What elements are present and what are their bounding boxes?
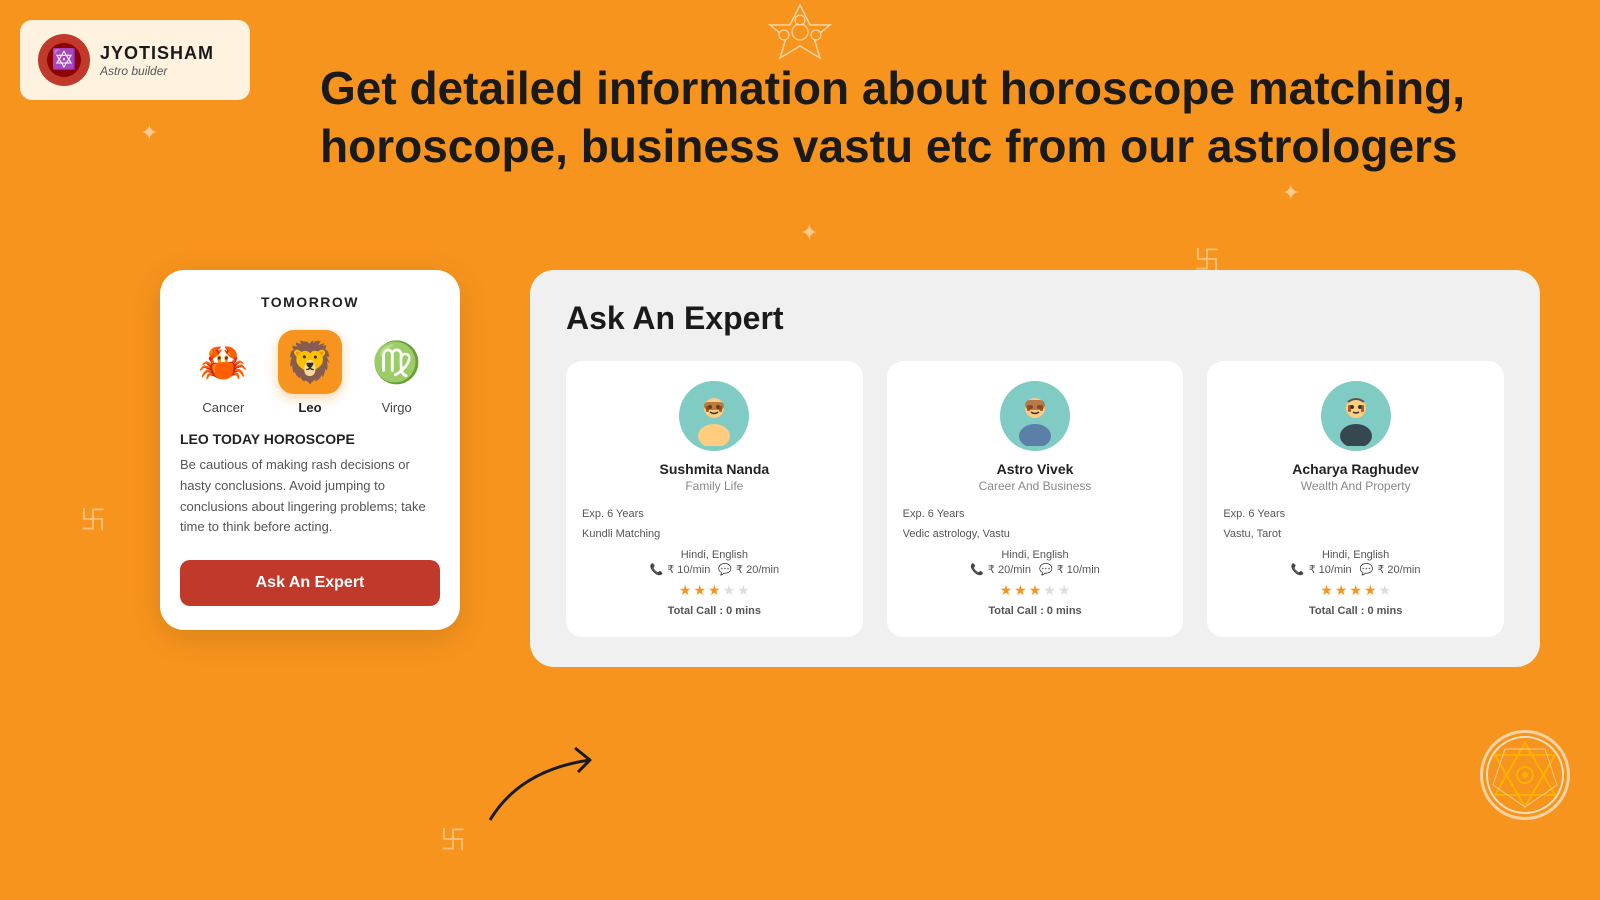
phone-card-header: TOMORROW: [180, 294, 440, 310]
expert-avatar-2: [1000, 381, 1070, 451]
expert-stars-3: ★ ★ ★ ★ ★: [1320, 582, 1391, 599]
deco-swastika-1: 卐: [80, 500, 106, 537]
hero-section: Get detailed information about horoscope…: [320, 60, 1480, 175]
expert-card-1[interactable]: Sushmita Nanda Family Life Exp. 6 Years …: [566, 361, 863, 637]
expert-total-call-1: Total Call : 0 mins: [668, 605, 761, 617]
hero-heading: Get detailed information about horoscope…: [320, 60, 1480, 175]
zodiac-label-leo: Leo: [298, 400, 321, 415]
expert-avatar-1: [679, 381, 749, 451]
zodiac-label-cancer: Cancer: [202, 400, 244, 415]
deco-star-1: ✦: [140, 120, 158, 146]
expert-lang-1: Hindi, English: [681, 549, 748, 561]
expert-stars-1: ★ ★ ★ ★ ★: [679, 582, 750, 599]
expert-exp-2: Exp. 6 Years Vedic astrology, Vastu: [903, 505, 1168, 545]
top-decoration: [740, 0, 860, 65]
expert-panel: Ask An Expert Sushmita Nanda Family Life: [530, 270, 1540, 667]
expert-name-1: Sushmita Nanda: [659, 461, 769, 477]
expert-lang-3: Hindi, English: [1322, 549, 1389, 561]
zodiac-icon-leo: 🦁: [278, 330, 342, 394]
zodiac-item-cancer[interactable]: 🦀 Cancer: [191, 330, 255, 415]
logo-box: 🔯 JYOTISHAM Astro builder: [20, 20, 250, 100]
expert-name-2: Astro Vivek: [997, 461, 1074, 477]
deco-star-2: ✦: [800, 220, 818, 246]
expert-price-3: 📞 ₹ 10/min 💬 ₹ 20/min: [1291, 563, 1421, 576]
zodiac-item-leo[interactable]: 🦁 Leo: [278, 330, 342, 415]
deco-swastika-3: 卐: [440, 820, 466, 857]
expert-lang-2: Hindi, English: [1001, 549, 1068, 561]
expert-total-call-3: Total Call : 0 mins: [1309, 605, 1402, 617]
phone-card: TOMORROW 🦀 Cancer 🦁 Leo ♍ Virgo LEO TODA…: [160, 270, 460, 630]
expert-panel-title: Ask An Expert: [566, 300, 1504, 337]
logo-icon: 🔯: [38, 34, 90, 86]
logo-subtitle: Astro builder: [100, 64, 214, 78]
expert-stars-2: ★ ★ ★ ★ ★: [1000, 582, 1071, 599]
arrow-decoration: [480, 730, 600, 830]
deco-star-3: ✦: [1282, 180, 1300, 206]
zodiac-item-virgo[interactable]: ♍ Virgo: [365, 330, 429, 415]
svg-text:🔯: 🔯: [52, 47, 77, 71]
expert-card-2[interactable]: Astro Vivek Career And Business Exp. 6 Y…: [887, 361, 1184, 637]
ask-expert-button[interactable]: Ask An Expert: [180, 560, 440, 606]
expert-name-3: Acharya Raghudev: [1292, 461, 1419, 477]
expert-total-call-2: Total Call : 0 mins: [988, 605, 1081, 617]
horoscope-title: LEO TODAY HOROSCOPE: [180, 431, 440, 447]
expert-specialty-2: Career And Business: [979, 479, 1092, 493]
zodiac-icon-virgo: ♍: [365, 330, 429, 394]
expert-exp-1: Exp. 6 Years Kundli Matching: [582, 505, 847, 545]
expert-card-3[interactable]: Acharya Raghudev Wealth And Property Exp…: [1207, 361, 1504, 637]
horoscope-text: Be cautious of making rash decisions or …: [180, 455, 440, 538]
expert-exp-3: Exp. 6 Years Vastu, Tarot: [1223, 505, 1488, 545]
zodiac-label-virgo: Virgo: [382, 400, 412, 415]
zodiac-icon-cancer: 🦀: [191, 330, 255, 394]
expert-price-2: 📞 ₹ 20/min 💬 ₹ 10/min: [970, 563, 1100, 576]
expert-specialty-1: Family Life: [685, 479, 743, 493]
expert-avatar-3: [1321, 381, 1391, 451]
logo-title: JYOTISHAM: [100, 43, 214, 64]
yantra-decoration: [1480, 730, 1570, 820]
logo-text: JYOTISHAM Astro builder: [100, 43, 214, 78]
expert-price-1: 📞 ₹ 10/min 💬 ₹ 20/min: [650, 563, 780, 576]
experts-row: Sushmita Nanda Family Life Exp. 6 Years …: [566, 361, 1504, 637]
zodiac-row: 🦀 Cancer 🦁 Leo ♍ Virgo: [180, 330, 440, 415]
expert-specialty-3: Wealth And Property: [1301, 479, 1411, 493]
